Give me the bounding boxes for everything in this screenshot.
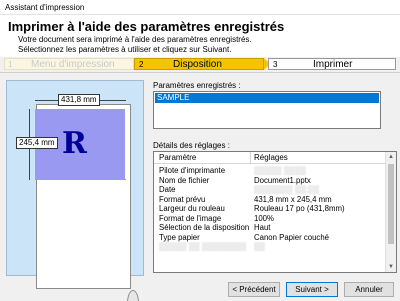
param-cell: Format de l'image <box>159 213 222 223</box>
value-cell: Rouleau 17 po (431,8mm) <box>254 204 345 213</box>
scroll-thumb[interactable] <box>388 164 394 244</box>
roll-core-icon <box>127 290 139 301</box>
details-header: Paramètre Réglages <box>154 152 386 164</box>
next-button[interactable]: Suivant > <box>286 282 338 297</box>
scroll-down-icon[interactable]: ▼ <box>388 264 394 270</box>
step-label: Disposition <box>173 59 222 70</box>
page-title: Imprimer à l'aide des paramètres enregis… <box>8 19 285 34</box>
step-label: Imprimer <box>313 59 353 70</box>
column-header-parametre[interactable]: Paramètre <box>159 153 196 162</box>
value-cell: ▒▒ <box>254 242 266 251</box>
sample-letter: R <box>62 126 87 161</box>
param-cell: Sélection de la disposition <box>159 223 250 232</box>
table-row: Date ▒▒▒▒▒▒▒ ▒▒:▒▒ <box>154 185 386 195</box>
details-label: Détails des réglages : <box>153 141 230 150</box>
value-cell: ▒▒▒▒▒▒▒ ▒▒:▒▒ <box>254 185 320 194</box>
param-cell: Pilote d'imprimante <box>159 166 226 175</box>
param-cell: Date <box>159 185 176 194</box>
table-row: Largeur du rouleau Rouleau 17 po (431,8m… <box>154 204 386 214</box>
column-header-reglages[interactable]: Réglages <box>254 153 288 162</box>
value-cell: Haut <box>254 223 271 232</box>
height-label: 245,4 mm <box>16 137 58 149</box>
step-label: Menu d'impression <box>31 59 115 70</box>
title-bar: Assistant d'impression <box>0 0 400 15</box>
step-number: 2 <box>139 60 144 69</box>
table-row: Sélection de la disposition Haut <box>154 223 386 233</box>
cut-line <box>35 179 126 180</box>
param-cell: Nom de fichier <box>159 175 210 185</box>
table-row: Nom de fichier Document1.pptx <box>154 176 386 186</box>
step-number: 3 <box>273 60 278 69</box>
width-label: 431,8 mm <box>58 94 100 106</box>
step-imprimer: 3 Imprimer <box>268 58 396 70</box>
value-cell: 431,8 mm x 245,4 mm <box>254 194 332 204</box>
page-description: Votre document sera imprimé à l'aide des… <box>18 35 252 54</box>
value-cell: ▒▒▒▒▒ ▒▒▒▒ <box>254 166 306 175</box>
saved-setting-item[interactable]: SAMPLE <box>155 93 379 103</box>
window-title: Assistant d'impression <box>5 3 85 12</box>
table-row: Format prévu 431,8 mm x 245,4 mm <box>154 195 386 205</box>
scroll-up-icon[interactable]: ▲ <box>388 154 394 160</box>
cancel-button[interactable]: Annuler <box>344 282 394 297</box>
value-cell: 100% <box>254 213 274 223</box>
param-cell: Type papier <box>159 232 200 242</box>
step-number: 1 <box>8 60 13 69</box>
step-disposition: 2 Disposition <box>134 58 264 70</box>
param-cell: Largeur du rouleau <box>159 204 225 213</box>
details-table[interactable]: Paramètre Réglages Pilote d'imprimante ▒… <box>153 151 397 273</box>
saved-settings-list[interactable]: SAMPLE <box>153 91 381 129</box>
wizard-header: Imprimer à l'aide des paramètres enregis… <box>0 15 400 57</box>
value-cell: Document1.pptx <box>254 175 311 185</box>
table-row: Format de l'image 100% <box>154 214 386 224</box>
wizard-steps: 1 Menu d'impression 2 Disposition 3 Impr… <box>0 57 400 71</box>
value-cell: Canon Papier couché <box>254 232 329 242</box>
table-row: Pilote d'imprimante ▒▒▒▒▒ ▒▒▒▒ <box>154 166 386 176</box>
details-scrollbar[interactable]: ▲ ▼ <box>385 152 396 272</box>
table-row: Type papier Canon Papier couché <box>154 233 386 243</box>
param-cell: Format prévu <box>159 194 206 204</box>
layout-preview: R 431,8 mm 245,4 mm <box>6 80 144 301</box>
table-row: ▒▒▒▒▒ ▒▒ ▒▒▒▒▒▒▒▒ ▒▒ <box>154 242 386 252</box>
param-cell: ▒▒▒▒▒ ▒▒ ▒▒▒▒▒▒▒▒ <box>159 242 247 251</box>
saved-settings-label: Paramètres enregistrés : <box>153 81 241 90</box>
previous-button[interactable]: < Précédent <box>228 282 280 297</box>
column-divider[interactable] <box>250 152 251 164</box>
header-divider <box>0 72 400 73</box>
step-menu-impression: 1 Menu d'impression <box>4 58 134 70</box>
